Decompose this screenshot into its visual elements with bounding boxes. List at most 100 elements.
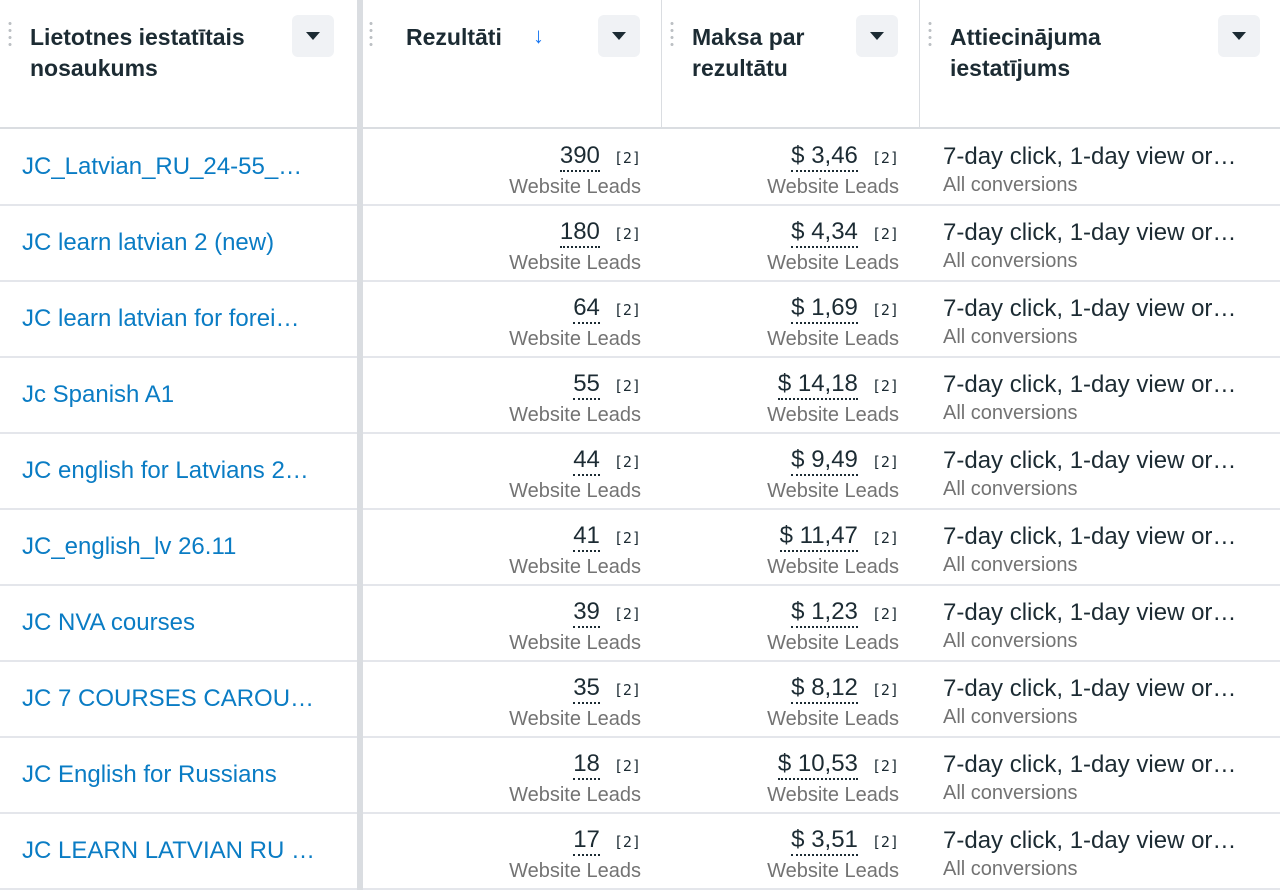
campaign-name-link[interactable]: Jc Spanish A1 (22, 380, 337, 410)
attribution-setting: 7-day click, 1-day view or… (943, 219, 1237, 246)
results-value[interactable]: 39 (573, 598, 600, 628)
column-header-cost[interactable]: Maksa par rezultātu (662, 0, 919, 127)
results-type-label: Website Leads (509, 176, 641, 198)
column-menu-cost-button[interactable] (856, 15, 898, 57)
cost-type-label: Website Leads (767, 708, 899, 730)
column-header-results[interactable]: Rezultāti (363, 0, 661, 127)
attribution-setting: 7-day click, 1-day view or… (943, 599, 1237, 626)
column-menu-name-button[interactable] (292, 15, 334, 57)
cost-type-label: Website Leads (767, 480, 899, 502)
cost-type-label: Website Leads (767, 632, 899, 654)
drag-handle-icon[interactable] (8, 20, 12, 48)
attribution-setting: 7-day click, 1-day view or… (943, 827, 1237, 854)
cost-value[interactable]: $ 8,12 (791, 674, 858, 704)
cost-value[interactable]: $ 10,53 (777, 750, 858, 780)
cost-value[interactable]: $ 1,23 (791, 598, 858, 628)
column-menu-results-button[interactable] (598, 15, 640, 57)
campaign-name-link[interactable]: JC learn latvian 2 (new) (22, 228, 337, 258)
cost-type-label: Website Leads (767, 252, 899, 274)
table-row[interactable]: JC english for Latvians 2… 44 [2] Websit… (0, 434, 1280, 510)
cost-cell: $ 11,47 [2] Website Leads (680, 522, 899, 580)
attribution-setting: 7-day click, 1-day view or… (943, 523, 1237, 550)
cost-value[interactable]: $ 1,69 (791, 294, 858, 324)
results-value[interactable]: 55 (573, 370, 600, 400)
attribution-sub-label: All conversions (943, 554, 1078, 576)
column-menu-attribution-button[interactable] (1218, 15, 1260, 57)
column-title-cost: Maksa par rezultātu (692, 24, 805, 81)
table-row[interactable]: JC learn latvian 2 (new) 180 [2] Website… (0, 206, 1280, 282)
column-header-name[interactable]: Lietotnes iestatītais nosaukums (0, 0, 357, 127)
frozen-column-divider[interactable] (357, 0, 363, 890)
campaign-name-link[interactable]: JC_Latvian_RU_24-55_… (22, 152, 337, 182)
cost-footnote: [2] (871, 149, 899, 167)
cost-type-label: Website Leads (767, 556, 899, 578)
attribution-sub-label: All conversions (943, 630, 1078, 652)
results-footnote: [2] (613, 149, 641, 167)
cost-cell: $ 8,12 [2] Website Leads (680, 674, 899, 732)
campaign-name-link[interactable]: JC english for Latvians 2… (22, 456, 337, 486)
results-cell: 44 [2] Website Leads (380, 446, 641, 504)
attribution-cell: 7-day click, 1-day view or… All conversi… (943, 826, 1263, 882)
attribution-sub-label: All conversions (943, 858, 1078, 880)
results-cell: 18 [2] Website Leads (380, 750, 641, 808)
results-cell: 180 [2] Website Leads (380, 218, 641, 276)
drag-handle-icon[interactable] (670, 20, 674, 48)
cost-value[interactable]: $ 9,49 (791, 446, 858, 476)
column-header-attribution[interactable]: Attiecinājuma iestatījums (920, 0, 1280, 127)
campaign-name-link[interactable]: JC NVA courses (22, 608, 337, 638)
results-value[interactable]: 44 (573, 446, 600, 476)
results-type-label: Website Leads (509, 784, 641, 806)
attribution-setting: 7-day click, 1-day view or… (943, 751, 1237, 778)
sort-descending-icon[interactable]: ↓ (533, 25, 544, 47)
cost-footnote: [2] (871, 529, 899, 547)
cost-value[interactable]: $ 11,47 (779, 522, 858, 552)
campaign-name-link[interactable]: JC_english_lv 26.11 (22, 532, 337, 562)
cost-value[interactable]: $ 3,51 (791, 826, 858, 856)
drag-handle-icon[interactable] (369, 20, 373, 48)
results-value[interactable]: 180 (559, 218, 600, 248)
cost-footnote: [2] (871, 301, 899, 319)
cost-footnote: [2] (871, 605, 899, 623)
results-value[interactable]: 41 (573, 522, 600, 552)
chevron-down-icon (870, 32, 884, 40)
attribution-sub-label: All conversions (943, 478, 1078, 500)
campaign-name-link[interactable]: JC 7 COURSES CAROU… (22, 684, 337, 714)
table-row[interactable]: JC learn latvian for forei… 64 [2] Websi… (0, 282, 1280, 358)
attribution-cell: 7-day click, 1-day view or… All conversi… (943, 750, 1263, 806)
column-title-attribution: Attiecinājuma iestatījums (950, 24, 1101, 81)
results-value[interactable]: 35 (573, 674, 600, 704)
attribution-setting: 7-day click, 1-day view or… (943, 143, 1237, 170)
table-row[interactable]: JC_Latvian_RU_24-55_… 390 [2] Website Le… (0, 130, 1280, 206)
campaign-name-link[interactable]: JC learn latvian for forei… (22, 304, 337, 334)
table-row[interactable]: JC_english_lv 26.11 41 [2] Website Leads… (0, 510, 1280, 586)
table-row[interactable]: JC NVA courses 39 [2] Website Leads $ 1,… (0, 586, 1280, 662)
table-row[interactable]: Jc Spanish A1 55 [2] Website Leads $ 14,… (0, 358, 1280, 434)
results-footnote: [2] (613, 529, 641, 547)
results-type-label: Website Leads (509, 328, 641, 350)
cost-value[interactable]: $ 4,34 (791, 218, 858, 248)
results-type-label: Website Leads (509, 708, 641, 730)
results-type-label: Website Leads (509, 480, 641, 502)
cost-footnote: [2] (871, 681, 899, 699)
results-cell: 55 [2] Website Leads (380, 370, 641, 428)
cost-value[interactable]: $ 14,18 (777, 370, 858, 400)
cost-cell: $ 9,49 [2] Website Leads (680, 446, 899, 504)
results-value[interactable]: 390 (559, 142, 600, 172)
results-cell: 17 [2] Website Leads (380, 826, 641, 884)
attribution-setting: 7-day click, 1-day view or… (943, 675, 1237, 702)
table-row[interactable]: JC 7 COURSES CAROU… 35 [2] Website Leads… (0, 662, 1280, 738)
cost-cell: $ 1,69 [2] Website Leads (680, 294, 899, 352)
attribution-cell: 7-day click, 1-day view or… All conversi… (943, 674, 1263, 730)
campaign-name-link[interactable]: JC LEARN LATVIAN RU … (22, 836, 337, 866)
cost-value[interactable]: $ 3,46 (791, 142, 858, 172)
drag-handle-icon[interactable] (928, 20, 932, 48)
results-value[interactable]: 18 (573, 750, 600, 780)
results-value[interactable]: 17 (573, 826, 600, 856)
results-value[interactable]: 64 (573, 294, 600, 324)
attribution-cell: 7-day click, 1-day view or… All conversi… (943, 370, 1263, 426)
table-row[interactable]: JC LEARN LATVIAN RU … 17 [2] Website Lea… (0, 814, 1280, 890)
attribution-sub-label: All conversions (943, 174, 1078, 196)
results-footnote: [2] (613, 757, 641, 775)
campaign-name-link[interactable]: JC English for Russians (22, 760, 337, 790)
table-row[interactable]: JC English for Russians 18 [2] Website L… (0, 738, 1280, 814)
